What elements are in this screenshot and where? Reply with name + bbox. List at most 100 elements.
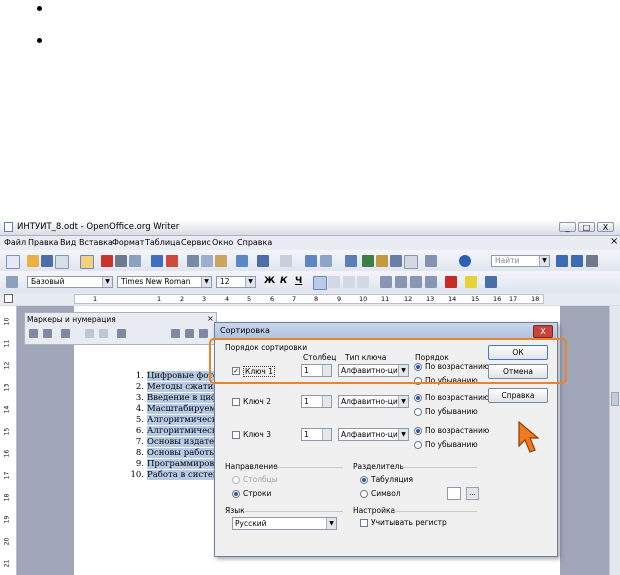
key2-asc-radio[interactable] — [414, 394, 422, 402]
key3-desc-radio[interactable] — [414, 441, 422, 449]
paste-icon[interactable] — [215, 255, 227, 267]
show-draw-icon[interactable] — [345, 255, 357, 267]
bold-button[interactable]: Ж — [264, 276, 275, 286]
menu-table[interactable]: Таблица — [145, 238, 180, 247]
print-icon[interactable] — [115, 255, 127, 267]
minimize-button[interactable]: _ — [559, 222, 576, 232]
numbering-icon[interactable] — [380, 276, 392, 288]
menu-close-doc[interactable]: × — [610, 236, 618, 247]
find-prev-icon[interactable] — [571, 255, 583, 267]
key3-column-stepper[interactable]: 1 — [301, 428, 332, 441]
copy-icon[interactable] — [201, 255, 213, 267]
highlight-icon[interactable] — [465, 276, 477, 288]
autospell-icon[interactable] — [166, 255, 178, 267]
gallery-icon[interactable] — [376, 255, 388, 267]
paragraph-style-value: Базовый — [31, 277, 65, 286]
table-icon[interactable] — [320, 255, 332, 267]
save-icon[interactable] — [41, 255, 53, 267]
mail-icon[interactable] — [55, 255, 69, 269]
find-options-icon[interactable] — [586, 255, 598, 267]
zoom-icon[interactable] — [425, 255, 437, 267]
vruler-tick: 19 — [3, 515, 11, 524]
styles-icon[interactable] — [6, 276, 18, 288]
bullets-icon[interactable] — [395, 276, 407, 288]
cut-icon[interactable] — [187, 255, 199, 267]
undo-icon[interactable] — [257, 255, 269, 267]
align-left-icon[interactable] — [313, 276, 327, 290]
help-button[interactable]: Справка — [488, 388, 548, 403]
ruler-tick: 8 — [314, 295, 319, 303]
sep-symbol-radio[interactable] — [360, 490, 368, 498]
sep-tab-radio[interactable] — [360, 476, 368, 484]
key2-checkbox[interactable] — [232, 398, 240, 406]
key3-asc-radio[interactable] — [414, 427, 422, 435]
new-doc-icon[interactable] — [6, 255, 20, 269]
preview-icon[interactable] — [129, 255, 141, 267]
sep-more-button[interactable]: ... — [466, 487, 479, 500]
match-case-checkbox[interactable] — [360, 519, 368, 527]
align-justify-icon[interactable] — [357, 276, 369, 288]
vertical-scrollbar[interactable] — [609, 306, 620, 575]
panel-close-icon[interactable]: × — [207, 314, 214, 323]
menu-view[interactable]: Вид — [60, 238, 76, 247]
language-select[interactable]: Русский ▼ — [232, 517, 337, 530]
menu-file[interactable]: Файл — [4, 238, 26, 247]
pdf-icon[interactable] — [101, 255, 113, 267]
underline-button[interactable]: Ч — [295, 276, 302, 286]
font-color-icon[interactable] — [445, 276, 457, 288]
promote-icon[interactable] — [43, 329, 52, 338]
menu-help[interactable]: Справка — [237, 238, 272, 247]
scroll-thumb[interactable] — [611, 392, 619, 406]
menu-format[interactable]: Формат — [112, 238, 144, 247]
format-paint-icon[interactable] — [236, 255, 248, 267]
close-button[interactable]: X — [597, 222, 614, 232]
key2-column-stepper[interactable]: 1 — [301, 395, 332, 408]
menu-edit[interactable]: Правка — [28, 238, 58, 247]
maximize-button[interactable]: □ — [578, 222, 595, 232]
restart-numbering-icon[interactable] — [199, 329, 208, 338]
increase-indent-icon[interactable] — [425, 276, 437, 288]
key2-desc-radio[interactable] — [414, 408, 422, 416]
list-off-icon[interactable] — [61, 329, 70, 338]
key3-checkbox[interactable] — [232, 431, 240, 439]
insert-entry-icon[interactable] — [117, 329, 126, 338]
key2-type-select[interactable]: Алфавитно-цифр ▼ — [338, 395, 409, 408]
redo-icon[interactable] — [280, 255, 292, 267]
menu-tools[interactable]: Сервис — [181, 238, 211, 247]
help-icon[interactable] — [459, 255, 471, 267]
move-down-icon[interactable] — [99, 329, 108, 338]
ruler-scale[interactable]: 1 1 2 3 4 5 6 7 8 9 10 11 12 13 14 15 16… — [74, 294, 544, 304]
italic-button[interactable]: К — [280, 276, 287, 286]
find-input[interactable]: Найти ▼ — [491, 255, 550, 267]
paragraph-style-select[interactable]: Базовый ▼ — [27, 276, 113, 288]
dir-rows-radio[interactable] — [232, 490, 240, 498]
menu-window[interactable]: Окно — [212, 238, 233, 247]
hyperlink-icon[interactable] — [305, 255, 317, 267]
sep-symbol-input[interactable] — [447, 487, 461, 500]
decrease-indent-icon[interactable] — [410, 276, 422, 288]
menu-insert[interactable]: Вставка — [79, 238, 113, 247]
datasource-icon[interactable] — [390, 255, 402, 267]
move-up-icon[interactable] — [85, 329, 94, 338]
font-name-select[interactable]: Times New Roman ▼ — [117, 276, 212, 288]
nonprint-chars-icon[interactable] — [404, 255, 418, 269]
align-right-icon[interactable] — [343, 276, 355, 288]
key3-type-select[interactable]: Алфавитно-цифр ▼ — [338, 428, 409, 441]
font-size-value: 12 — [220, 277, 230, 286]
demote-icon[interactable] — [29, 329, 38, 338]
arrow-up-icon[interactable] — [171, 329, 180, 338]
font-size-select[interactable]: 12 ▼ — [216, 276, 256, 288]
key3-column-value: 1 — [304, 430, 309, 439]
navigator-icon[interactable] — [362, 255, 374, 267]
arrow-down-icon[interactable] — [185, 329, 194, 338]
open-icon[interactable] — [27, 255, 39, 267]
dialog-close-button[interactable]: X — [533, 325, 553, 338]
ruler-tick: 12 — [404, 295, 413, 303]
tab-type-icon[interactable] — [4, 294, 13, 303]
edit-file-icon[interactable] — [80, 255, 94, 269]
align-center-icon[interactable] — [328, 276, 340, 288]
find-next-icon[interactable] — [556, 255, 568, 267]
spellcheck-icon[interactable] — [151, 255, 163, 267]
dir-columns-radio[interactable] — [232, 476, 240, 484]
background-color-icon[interactable] — [485, 276, 497, 288]
